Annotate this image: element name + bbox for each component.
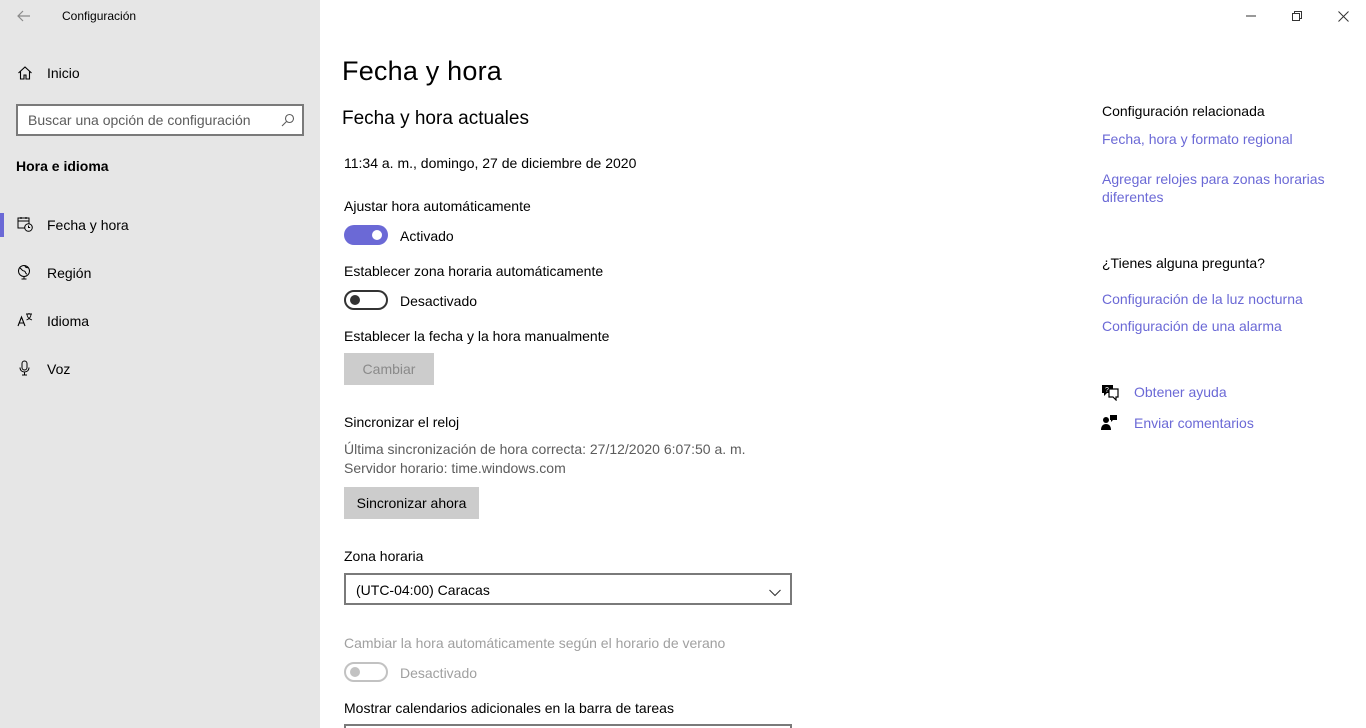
language-icon [17, 312, 33, 333]
sidebar-item-idioma[interactable]: Idioma [0, 301, 320, 341]
sidebar: Configuración Inicio Hora e idioma Fecha… [0, 0, 320, 728]
sidebar-item-label: Región [47, 265, 92, 281]
last-sync-text: Última sincronización de hora correcta: … [344, 441, 746, 457]
auto-time-state: Activado [400, 228, 454, 244]
sidebar-item-label: Fecha y hora [47, 217, 129, 233]
sidebar-item-label: Voz [47, 361, 71, 377]
manual-time-label: Establecer la fecha y la hora manualment… [344, 328, 610, 344]
section-title: Hora e idioma [16, 158, 109, 174]
back-button[interactable] [12, 6, 36, 26]
auto-timezone-toggle[interactable] [344, 290, 388, 310]
sync-title: Sincronizar el reloj [344, 414, 460, 430]
home-nav-item[interactable]: Inicio [0, 58, 320, 88]
regional-format-link[interactable]: Fecha, hora y formato regional [1102, 130, 1293, 148]
send-feedback-label: Enviar comentarios [1134, 415, 1254, 431]
dst-label: Cambiar la hora automáticamente según el… [344, 635, 726, 651]
home-icon [17, 65, 33, 86]
related-settings-title: Configuración relacionada [1102, 103, 1265, 119]
additional-clocks-link[interactable]: Agregar relojes para zonas horarias dife… [1102, 170, 1342, 206]
section-heading: Fecha y hora actuales [342, 108, 529, 129]
close-icon [1337, 10, 1349, 22]
calendar-clock-icon [17, 216, 33, 237]
microphone-icon [17, 360, 33, 381]
night-light-link[interactable]: Configuración de la luz nocturna [1102, 290, 1303, 308]
timezone-dropdown[interactable]: (UTC-04:00) Caracas [344, 573, 792, 605]
alarm-link[interactable]: Configuración de una alarma [1102, 317, 1282, 335]
help-chat-icon: ? [1100, 383, 1120, 406]
current-datetime: 11:34 a. m., domingo, 27 de diciembre de… [344, 155, 637, 171]
sidebar-item-voz[interactable]: Voz [0, 349, 320, 389]
chevron-down-icon [769, 584, 781, 600]
send-feedback-link[interactable]: Enviar comentarios [1100, 412, 1320, 434]
restore-button[interactable] [1274, 0, 1320, 32]
timezone-label: Zona horaria [344, 548, 424, 564]
auto-time-label: Ajustar hora automáticamente [344, 198, 531, 214]
page-title: Fecha y hora [342, 56, 502, 86]
home-label: Inicio [47, 65, 80, 81]
time-server-text: Servidor horario: time.windows.com [344, 460, 566, 476]
get-help-link[interactable]: ? Obtener ayuda [1100, 381, 1320, 403]
back-arrow-icon [17, 10, 30, 22]
sidebar-item-region[interactable]: Región [0, 253, 320, 293]
auto-timezone-state: Desactivado [400, 293, 478, 309]
minimize-button[interactable] [1228, 0, 1274, 32]
search-box[interactable] [16, 104, 304, 136]
calendars-dropdown[interactable] [344, 724, 792, 728]
sync-now-button[interactable]: Sincronizar ahora [344, 487, 479, 519]
calendars-label: Mostrar calendarios adicionales en la ba… [344, 700, 674, 716]
minimize-icon [1246, 15, 1256, 17]
app-title: Configuración [62, 9, 137, 23]
dst-state: Desactivado [400, 665, 478, 681]
globe-icon [17, 264, 33, 285]
timezone-value: (UTC-04:00) Caracas [356, 582, 490, 598]
feedback-icon [1100, 414, 1118, 437]
dst-toggle[interactable] [344, 662, 388, 682]
selection-indicator [0, 213, 4, 237]
auto-time-toggle[interactable] [344, 225, 388, 245]
get-help-label: Obtener ayuda [1134, 384, 1227, 400]
search-input[interactable] [18, 106, 268, 134]
question-title: ¿Tienes alguna pregunta? [1102, 255, 1265, 271]
svg-text:?: ? [1105, 387, 1109, 394]
sidebar-item-label: Idioma [47, 313, 90, 329]
change-button[interactable]: Cambiar [344, 353, 434, 385]
restore-icon [1292, 11, 1302, 21]
close-button[interactable] [1320, 0, 1366, 32]
search-icon[interactable] [281, 113, 295, 132]
auto-timezone-label: Establecer zona horaria automáticamente [344, 263, 604, 279]
sidebar-item-fecha-y-hora[interactable]: Fecha y hora [0, 205, 320, 245]
